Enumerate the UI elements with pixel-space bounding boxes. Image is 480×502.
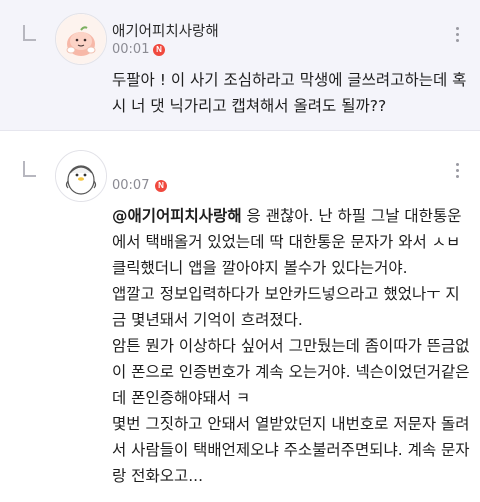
comment-body: 응 괜찮아. 난 하필 그날 대한통운에서 택배올거 있었는데 딱 대한통운 문… xyxy=(112,207,470,485)
penguin-character-icon xyxy=(56,151,106,201)
comment-text: 두팔아 ! 이 사기 조심하라고 막생에 글쓰려고하는데 혹시 너 댓 닉가리고… xyxy=(112,71,467,115)
avatar[interactable] xyxy=(55,13,107,65)
mention-link[interactable]: @애기어피치사랑해 xyxy=(112,207,242,225)
peach-character-icon xyxy=(56,14,106,64)
comment-nickname[interactable]: 애기어피치사랑해 xyxy=(112,20,219,41)
new-badge: N xyxy=(155,180,167,192)
comment-time: 00:01 xyxy=(112,42,150,57)
comment-time: 00:07 xyxy=(112,178,150,193)
reply-indicator-icon xyxy=(23,161,36,177)
more-options-icon[interactable] xyxy=(455,163,459,178)
more-options-icon[interactable] xyxy=(455,27,459,42)
avatar[interactable] xyxy=(55,150,107,202)
comment-text: @애기어피치사랑해 응 괜찮아. 난 하필 그날 대한통운에서 택배올거 있었는… xyxy=(112,203,472,489)
comment-reply-2: 00:07 N @애기어피치사랑해 응 괜찮아. 난 하필 그날 대한통운에서 … xyxy=(0,131,480,502)
new-badge: N xyxy=(153,44,165,56)
comment-reply-1: 애기어피치사랑해 00:01 N 두팔아 ! 이 사기 조심하라고 막생에 글쓰… xyxy=(0,0,480,131)
reply-indicator-icon xyxy=(23,25,36,41)
